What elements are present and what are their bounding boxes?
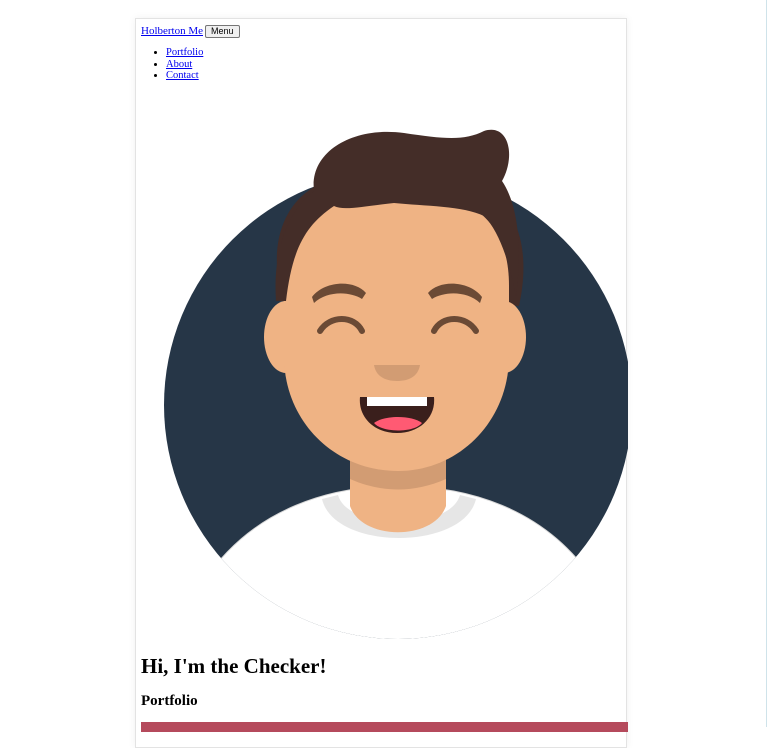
portfolio-heading: Portfolio [141,693,198,709]
avatar-illustration [164,129,628,639]
nav-item-about: About [166,59,203,71]
page-edge-divider [766,0,767,727]
menu-button[interactable]: Menu [205,25,240,38]
nav-link-portfolio[interactable]: Portfolio [166,47,203,58]
nav-link-about[interactable]: About [166,59,192,70]
nav-item-contact: Contact [166,70,203,82]
top-bar: Holberton Me Menu [141,25,240,38]
page-container: Holberton Me Menu Portfolio About Contac… [135,18,628,748]
hero-title: Hi, I'm the Checker! [141,654,327,678]
brand-link[interactable]: Holberton Me [141,25,203,38]
avatar-teeth [367,397,427,406]
nav-item-portfolio: Portfolio [166,47,203,59]
portfolio-accent-bar [141,722,628,732]
nav-link-contact[interactable]: Contact [166,70,199,81]
nav-list: Portfolio About Contact [141,47,203,82]
